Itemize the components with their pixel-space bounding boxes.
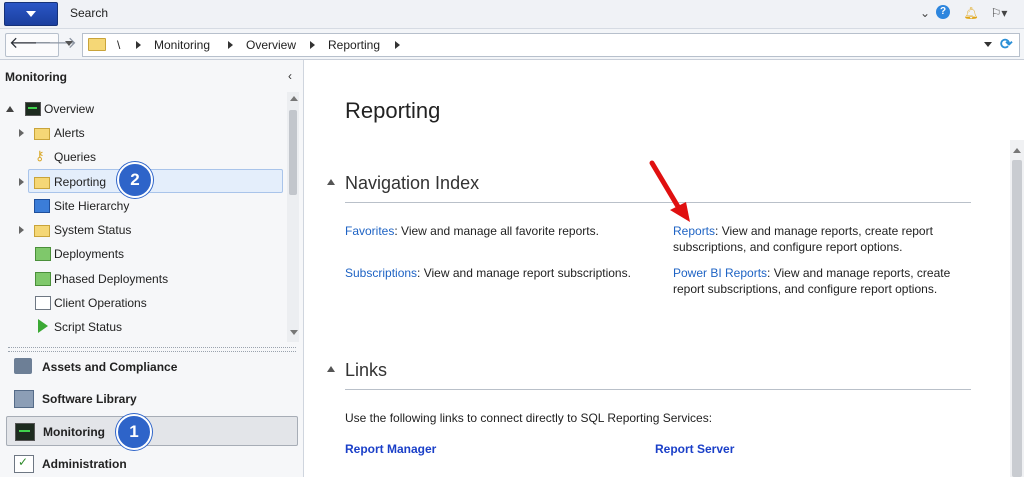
scroll-up-icon[interactable]	[290, 96, 298, 101]
step-badge-1: 1	[116, 414, 152, 450]
breadcrumb-separator-icon[interactable]	[310, 41, 315, 49]
links-title: Links	[345, 360, 388, 380]
nav-item-power-bi-reports: Power BI Reports: View and manage report…	[673, 265, 973, 297]
navigation-index-title: Navigation Index	[345, 173, 480, 193]
collapse-pane-icon[interactable]: ‹	[288, 69, 292, 83]
breadcrumb-separator-icon[interactable]	[228, 41, 233, 49]
refresh-icon[interactable]: ⟳	[1000, 35, 1013, 53]
folder-icon	[34, 128, 50, 140]
history-dropdown-icon[interactable]	[65, 41, 73, 46]
breadcrumb-reporting[interactable]: Reporting	[328, 38, 380, 52]
breadcrumb-separator-icon[interactable]	[395, 41, 400, 49]
tree-item-label: Alerts	[54, 126, 85, 140]
deployment-icon	[35, 272, 51, 286]
favorites-link[interactable]: Favorites	[345, 224, 394, 238]
folder-icon	[34, 225, 50, 237]
collapse-icon[interactable]	[6, 106, 14, 112]
workspace-label: Software Library	[42, 392, 137, 406]
assets-icon	[14, 358, 32, 374]
folder-icon	[34, 177, 50, 189]
tree-item-site-hierarchy[interactable]: Site Hierarchy	[0, 194, 285, 218]
subscriptions-link[interactable]: Subscriptions	[345, 266, 417, 280]
address-field[interactable]	[82, 33, 1020, 57]
section-collapse-icon[interactable]	[327, 179, 335, 185]
pane-title: Monitoring	[5, 70, 67, 84]
monitor-icon	[15, 423, 35, 441]
nav-item-description: : View and manage report subscriptions.	[417, 266, 631, 280]
hierarchy-icon	[34, 199, 50, 213]
folder-icon	[88, 38, 106, 51]
tree-item-script-status[interactable]: Script Status	[0, 315, 285, 339]
administration-icon	[14, 455, 34, 473]
key-icon: ⚷	[35, 148, 45, 163]
workspace-monitoring[interactable]: Monitoring	[6, 416, 298, 446]
scrollbar-thumb[interactable]	[289, 110, 297, 195]
tree-item-label: System Status	[54, 223, 132, 237]
app-menu-button[interactable]	[4, 2, 58, 26]
client-icon	[35, 296, 51, 310]
workspace-label: Administration	[42, 457, 127, 471]
page-title: Reporting	[345, 98, 441, 123]
chevron-down-icon[interactable]: ⌄	[916, 4, 934, 22]
step-badge-2: 2	[117, 162, 153, 198]
links-intro: Use the following links to connect direc…	[345, 411, 713, 425]
tree-item-label: Reporting	[54, 175, 107, 189]
tree-item-label: Queries	[54, 150, 97, 164]
tree-item-label: Site Hierarchy	[54, 199, 130, 213]
scrollbar-thumb[interactable]	[1012, 160, 1022, 477]
expand-icon[interactable]	[19, 226, 24, 234]
breadcrumb-root[interactable]: \	[117, 38, 120, 52]
tree-item-label: Overview	[44, 102, 95, 116]
workspace-administration[interactable]: Administration	[6, 449, 296, 477]
monitor-icon	[25, 102, 41, 116]
report-manager-link[interactable]: Report Manager	[345, 442, 436, 456]
tree-item-label: Phased Deployments	[54, 272, 169, 286]
address-dropdown-icon[interactable]	[984, 42, 992, 47]
nav-item-subscriptions: Subscriptions: View and manage report su…	[345, 265, 645, 281]
nav-item-favorites: Favorites: View and manage all favorite …	[345, 223, 645, 239]
tree-item-system-status[interactable]: System Status	[0, 218, 285, 242]
tree-item-alerts[interactable]: Alerts	[0, 121, 285, 145]
tree-item-label: Deployments	[54, 247, 125, 261]
scroll-down-icon[interactable]	[290, 330, 298, 335]
workspace-assets-and-compliance[interactable]: Assets and Compliance	[6, 352, 296, 380]
tree-item-phased-deployments[interactable]: Phased Deployments	[0, 267, 285, 291]
scroll-up-icon[interactable]	[1013, 148, 1021, 153]
deployment-icon	[35, 247, 51, 261]
annotation-arrow-icon	[649, 160, 690, 222]
expand-icon[interactable]	[19, 178, 24, 186]
nav-item-reports: Reports: View and manage reports, create…	[673, 223, 973, 255]
workspace-label: Assets and Compliance	[42, 360, 178, 374]
power-bi-reports-link[interactable]: Power BI Reports	[673, 266, 767, 280]
section-divider	[345, 389, 971, 390]
feedback-icon[interactable]: ⚐▾	[990, 4, 1008, 22]
breadcrumb-separator-icon[interactable]	[136, 41, 141, 49]
tree-item-client-operations[interactable]: Client Operations	[0, 291, 285, 315]
play-icon	[38, 319, 48, 333]
expand-icon[interactable]	[19, 129, 24, 137]
workspace-label: Monitoring	[43, 425, 105, 439]
workspace-software-library[interactable]: Software Library	[6, 384, 296, 412]
section-collapse-icon[interactable]	[327, 366, 335, 372]
nav-item-description: : View and manage all favorite reports.	[394, 224, 599, 238]
tree-item-label: Script Status	[54, 320, 123, 334]
tree-item-deployments[interactable]: Deployments	[0, 242, 285, 266]
breadcrumb-monitoring[interactable]: Monitoring	[154, 38, 210, 52]
breadcrumb-overview[interactable]: Overview	[246, 38, 296, 52]
tree-item-label: Client Operations	[54, 296, 147, 310]
help-icon[interactable]: ?	[936, 5, 950, 19]
library-icon	[14, 390, 34, 408]
reports-link[interactable]: Reports	[673, 224, 715, 238]
top-bar	[0, 0, 1024, 29]
search-tab[interactable]: Search	[70, 6, 108, 20]
report-server-link[interactable]: Report Server	[655, 442, 734, 456]
tree-item-overview[interactable]: Overview	[0, 97, 285, 121]
bell-icon[interactable]: 🔔︎	[962, 4, 980, 22]
